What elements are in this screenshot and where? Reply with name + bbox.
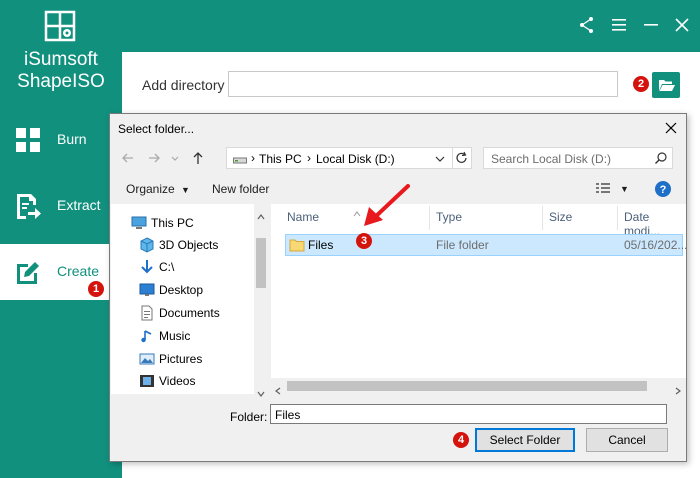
breadcrumb-this-pc[interactable]: This PC (259, 152, 302, 166)
app-name-line2: ShapeISO (17, 71, 105, 92)
arrow-down-icon (139, 259, 155, 275)
address-chevron-down-icon[interactable] (435, 153, 445, 167)
menu-icon[interactable] (608, 14, 630, 36)
file-date: 05/16/202... (624, 238, 688, 252)
share-icon[interactable] (576, 14, 598, 36)
organize-button[interactable]: Organize ▼ (126, 182, 190, 196)
sidebar-item-label: Burn (57, 131, 87, 147)
svg-text:?: ? (660, 184, 667, 196)
disc-image-icon (44, 10, 76, 42)
column-name[interactable]: Name (287, 210, 319, 224)
close-icon[interactable] (671, 14, 693, 36)
refresh-icon[interactable] (452, 147, 472, 169)
tree-item-desktop[interactable]: Desktop (111, 279, 256, 301)
recent-chevron-icon[interactable] (170, 150, 180, 166)
cube-icon (139, 237, 155, 253)
scroll-right-icon[interactable] (675, 382, 681, 400)
burn-grid-icon (14, 126, 42, 154)
folder-open-icon (659, 80, 675, 91)
tree-item-3d-objects[interactable]: 3D Objects (111, 234, 256, 256)
folder-field-label: Folder: (230, 410, 268, 424)
tree-item-pictures[interactable]: Pictures (111, 348, 256, 370)
step-badge-3: 3 (356, 233, 372, 249)
browse-folder-button[interactable] (652, 72, 680, 98)
dialog-title: Select folder... (118, 122, 195, 136)
folder-name-field[interactable]: Files (270, 404, 667, 424)
forward-arrow-icon[interactable] (146, 150, 162, 166)
desktop-icon (139, 282, 155, 298)
computer-icon (131, 215, 147, 231)
sidebar-item-extract[interactable]: Extract (0, 178, 122, 234)
tree-item-music[interactable]: Music (111, 325, 256, 347)
navigation-pane: This PC 3D Objects C:\ Desktop Documents… (111, 204, 268, 397)
file-list-scrollbar[interactable] (271, 378, 686, 395)
minimize-icon[interactable] (640, 14, 662, 36)
scroll-up-icon[interactable] (257, 207, 265, 225)
sidebar-item-label: Extract (57, 197, 101, 213)
column-size[interactable]: Size (549, 210, 572, 224)
create-edit-icon (14, 258, 42, 286)
music-icon (139, 328, 155, 344)
table-row[interactable]: Files File folder 05/16/202... (285, 234, 687, 258)
picture-icon (139, 351, 155, 367)
video-icon (139, 373, 155, 389)
tree-item-videos[interactable]: Videos (111, 370, 256, 392)
file-name: Files (308, 238, 334, 252)
file-list: Name Type Size Date modi... Files File f… (271, 204, 687, 395)
new-folder-button[interactable]: New folder (212, 182, 269, 196)
up-arrow-icon[interactable] (190, 150, 206, 166)
address-bar[interactable]: › This PC › Local Disk (D:) (226, 147, 472, 169)
drive-icon (233, 154, 247, 168)
sidebar: iSumsoft ShapeISO Burn Extract Create (0, 0, 122, 478)
scroll-left-icon[interactable] (275, 382, 281, 400)
scrollbar-thumb[interactable] (256, 238, 266, 288)
back-arrow-icon[interactable] (120, 150, 136, 166)
step-badge-2: 2 (633, 76, 649, 92)
help-icon[interactable]: ? (654, 180, 672, 201)
search-icon (654, 151, 668, 168)
extract-icon (14, 192, 42, 220)
scroll-down-icon[interactable] (257, 384, 265, 402)
select-folder-button[interactable]: Select Folder (475, 428, 575, 452)
folder-icon (289, 237, 305, 258)
sidebar-item-create[interactable]: Create (0, 244, 122, 300)
breadcrumb-local-disk[interactable]: Local Disk (D:) (316, 152, 395, 166)
scrollbar-thumb[interactable] (287, 381, 647, 391)
document-icon (139, 305, 155, 321)
file-type: File folder (436, 238, 489, 252)
sidebar-item-label: Create (57, 263, 100, 279)
directory-input[interactable] (228, 71, 618, 97)
title-bar (122, 0, 700, 52)
view-details-icon[interactable] (595, 181, 613, 198)
view-dropdown-icon[interactable]: ▼ (620, 184, 629, 194)
add-directory-label: Add directory (142, 77, 225, 93)
navigation-scrollbar[interactable] (254, 204, 268, 397)
step-badge-4: 4 (453, 432, 469, 448)
app-name-line1: iSumsoft (24, 49, 98, 70)
tree-item-c-drive[interactable]: C:\ (111, 256, 256, 278)
app-window: iSumsoft ShapeISO Burn Extract Create Ad… (0, 0, 700, 478)
tree-item-documents[interactable]: Documents (111, 302, 256, 324)
organize-dropdown-icon: ▼ (181, 185, 190, 195)
tree-item-this-pc[interactable]: This PC (111, 212, 256, 234)
cancel-button[interactable]: Cancel (586, 428, 668, 452)
column-type[interactable]: Type (436, 210, 462, 224)
select-folder-dialog: Select folder... › This PC › Local Disk … (109, 113, 687, 462)
dialog-close-icon[interactable] (662, 119, 680, 137)
search-input[interactable]: Search Local Disk (D:) (483, 147, 673, 169)
pointer-arrow-icon (364, 184, 410, 226)
sidebar-item-burn[interactable]: Burn (0, 112, 122, 168)
step-badge-1: 1 (88, 281, 104, 297)
